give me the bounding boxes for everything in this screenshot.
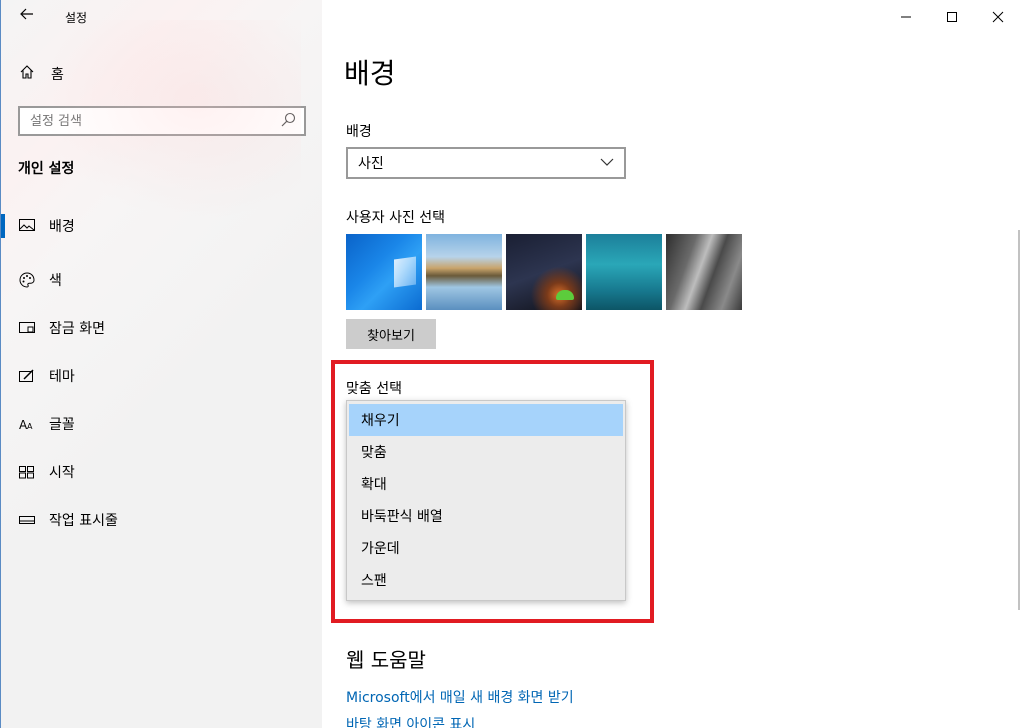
fit-option-fit[interactable]: 맞춤 [349,436,623,468]
fit-option-span[interactable]: 스팬 [349,564,623,596]
sidebar-nav: 배경 색 잠금 화면 테마 A A 글꼴 시작 작업 표시줄 [1,208,322,544]
font-icon: AA [18,415,36,433]
sidebar-item-lock-screen[interactable]: 잠금 화면 [1,304,322,352]
svg-text:A: A [27,422,33,431]
back-arrow-icon[interactable] [15,6,39,28]
sidebar-item-theme[interactable]: 테마 [1,352,322,400]
photo-thumbnail[interactable] [346,234,422,310]
search-input[interactable] [20,108,270,134]
photo-thumbnail[interactable] [586,234,662,310]
settings-search-box[interactable] [18,106,306,136]
chevron-down-icon [600,155,614,169]
fit-option-fill[interactable]: 채우기 [349,404,623,436]
sidebar: 설정 홈 개인 설정 배경 [1,0,322,728]
web-help-title: 웹 도움말 [346,648,426,672]
app-title: 설정 [65,11,88,25]
maximize-button[interactable] [929,0,975,34]
sidebar-item-taskbar[interactable]: 작업 표시줄 [1,496,322,544]
sidebar-item-color[interactable]: 색 [1,256,322,304]
section-title: 개인 설정 [18,161,75,177]
sidebar-item-background[interactable]: 배경 [1,208,322,256]
fit-option-stretch[interactable]: 확대 [349,468,623,500]
main-content: 배경 배경 사진 사용자 사진 선택 찾아보기 맞춤 선택 채우기 맞춤 확대 … [322,0,1022,728]
palette-icon [18,271,36,289]
photo-thumbnail[interactable] [666,234,742,310]
taskbar-icon [18,511,36,529]
close-button[interactable] [975,0,1021,34]
daily-wallpaper-link[interactable]: Microsoft에서 매일 새 배경 화면 받기 [346,687,574,707]
sidebar-item-label: 배경 [49,219,75,235]
fit-dropdown-list[interactable]: 채우기 맞춤 확대 바둑판식 배열 가운데 스팬 [346,400,626,601]
photo-thumbnails [346,234,742,310]
background-type-select[interactable]: 사진 [346,147,626,179]
sidebar-item-label: 시작 [49,465,75,481]
start-icon [18,463,36,481]
home-link[interactable]: 홈 [17,60,317,88]
fit-option-tile[interactable]: 바둑판식 배열 [349,500,623,532]
scrollbar[interactable] [1018,230,1020,610]
minimize-button[interactable] [883,0,929,34]
theme-icon [18,367,36,385]
sidebar-item-label: 글꼴 [49,417,75,433]
sidebar-item-start[interactable]: 시작 [1,448,322,496]
desktop-icons-link[interactable]: 바탕 화면 아이콘 표시 [346,714,475,728]
fit-label: 맞춤 선택 [346,381,402,397]
settings-window: 설정 홈 개인 설정 배경 [0,0,1022,728]
home-label: 홈 [51,67,64,83]
browse-button[interactable]: 찾아보기 [346,319,436,349]
fit-option-center[interactable]: 가운데 [349,532,623,564]
photo-thumbnail[interactable] [506,234,582,310]
page-title: 배경 [344,57,396,90]
photo-thumbnail[interactable] [426,234,502,310]
sidebar-item-font[interactable]: AA 글꼴 [1,400,322,448]
background-type-value: 사진 [358,156,384,172]
background-label: 배경 [346,124,372,140]
search-icon[interactable] [280,112,296,128]
lock-screen-icon [18,319,36,337]
sidebar-item-label: 테마 [49,369,75,385]
picture-icon [18,216,36,234]
home-icon [17,64,37,84]
sidebar-item-label: 잠금 화면 [49,321,105,337]
sidebar-item-label: 작업 표시줄 [49,513,118,529]
choose-photo-label: 사용자 사진 선택 [346,210,446,226]
sidebar-item-label: 색 [49,273,62,289]
